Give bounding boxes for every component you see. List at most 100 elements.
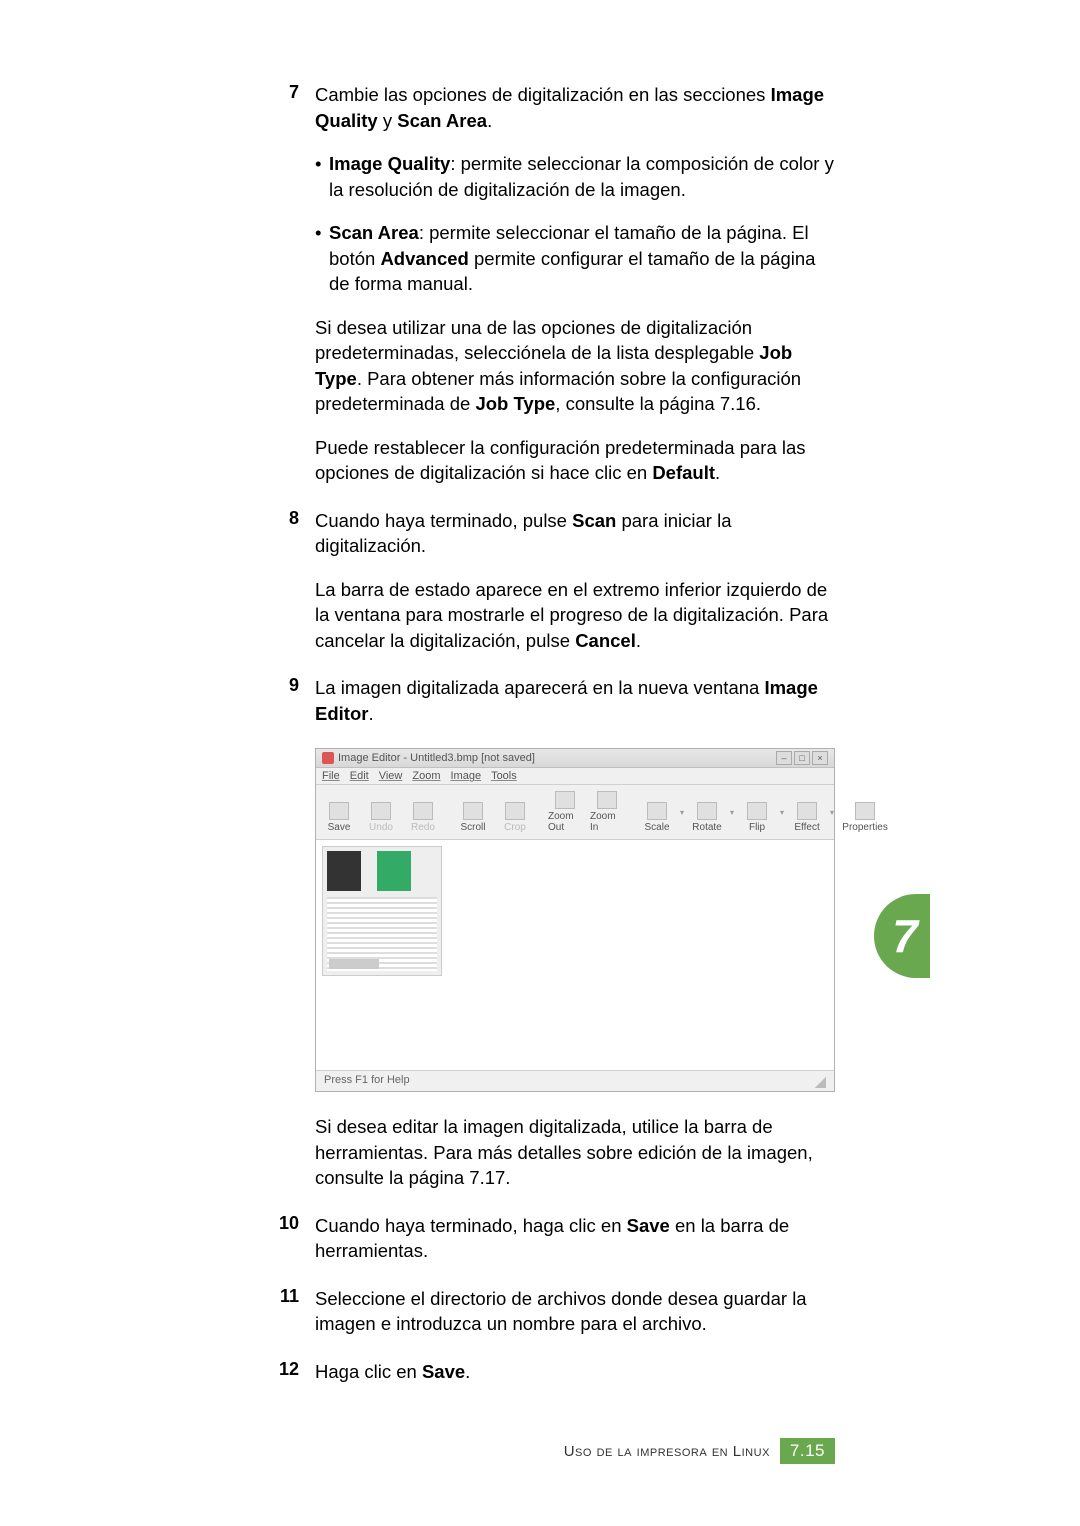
step-9: 9 La imagen digitalizada aparecerá en la… bbox=[275, 675, 835, 726]
tb-rotate[interactable]: Rotate bbox=[688, 789, 726, 835]
step-body: Si desea editar la imagen digitalizada, … bbox=[315, 1114, 835, 1191]
tb-label: Zoom Out bbox=[548, 811, 582, 833]
text: Puede restablecer la configuración prede… bbox=[315, 437, 806, 484]
menu-tools[interactable]: Tools bbox=[491, 770, 517, 782]
step9-after: Si desea editar la imagen digitalizada, … bbox=[315, 1114, 835, 1191]
text-bold: Scan bbox=[572, 510, 616, 531]
text: Cuando haya terminado, haga clic en bbox=[315, 1215, 627, 1236]
menu-image[interactable]: Image bbox=[450, 770, 481, 782]
step-body: Cambie las opciones de digitalización en… bbox=[315, 82, 835, 486]
chevron-down-icon[interactable]: ▾ bbox=[730, 808, 734, 817]
tb-crop[interactable]: Crop bbox=[496, 789, 534, 835]
step10-para: Cuando haya terminado, haga clic en Save… bbox=[315, 1213, 835, 1264]
text: . bbox=[636, 630, 641, 651]
bullet-image-quality: Image Quality: permite seleccionar la co… bbox=[315, 151, 835, 202]
page-footer: Uso de la impresora en Linux 7.15 bbox=[275, 1438, 835, 1464]
thumbnail-label bbox=[329, 959, 379, 969]
chevron-down-icon[interactable]: ▾ bbox=[780, 808, 784, 817]
tb-scale[interactable]: Scale bbox=[638, 789, 676, 835]
menu-edit[interactable]: Edit bbox=[350, 770, 369, 782]
app-logo-icon bbox=[322, 752, 334, 764]
text: Haga clic en bbox=[315, 1361, 422, 1382]
menu-zoom[interactable]: Zoom bbox=[412, 770, 440, 782]
step-number: 10 bbox=[275, 1213, 315, 1264]
chevron-down-icon[interactable]: ▾ bbox=[830, 808, 834, 817]
tb-label: Scroll bbox=[460, 822, 485, 833]
save-icon bbox=[329, 802, 349, 820]
maximize-button[interactable]: □ bbox=[794, 751, 810, 765]
step-7: 7 Cambie las opciones de digitalización … bbox=[275, 82, 835, 486]
scale-icon bbox=[647, 802, 667, 820]
tb-scroll[interactable]: Scroll bbox=[454, 789, 492, 835]
tb-label: Zoom In bbox=[590, 811, 624, 833]
ss-titlebar: Image Editor - Untitled3.bmp [not saved]… bbox=[316, 749, 834, 768]
properties-icon bbox=[855, 802, 875, 820]
tb-flip[interactable]: Flip bbox=[738, 789, 776, 835]
step-number: 12 bbox=[275, 1359, 315, 1385]
tb-undo[interactable]: Undo bbox=[362, 789, 400, 835]
tb-label: Rotate bbox=[692, 822, 721, 833]
step-body: La imagen digitalizada aparecerá en la n… bbox=[315, 675, 835, 726]
text: y bbox=[378, 110, 398, 131]
footer-page-number: 7.15 bbox=[780, 1438, 835, 1464]
step7-para1: Si desea utilizar una de las opciones de… bbox=[315, 315, 835, 417]
step-body: Cuando haya terminado, haga clic en Save… bbox=[315, 1213, 835, 1264]
step7-para2: Puede restablecer la configuración prede… bbox=[315, 435, 835, 486]
tb-save[interactable]: Save bbox=[320, 789, 358, 835]
step-number: 11 bbox=[275, 1286, 315, 1337]
step11-para: Seleccione el directorio de archivos don… bbox=[315, 1286, 835, 1337]
ss-statusbar: Press F1 for Help bbox=[316, 1070, 834, 1091]
step-number: 7 bbox=[275, 82, 315, 486]
tb-label: Effect bbox=[794, 822, 819, 833]
step-8: 8 Cuando haya terminado, pulse Scan para… bbox=[275, 508, 835, 654]
image-editor-screenshot: Image Editor - Untitled3.bmp [not saved]… bbox=[315, 748, 835, 1092]
menu-view[interactable]: View bbox=[379, 770, 403, 782]
text-bold: Save bbox=[627, 1215, 670, 1236]
step-body: Cuando haya terminado, pulse Scan para i… bbox=[315, 508, 835, 654]
text: La imagen digitalizada aparecerá en la n… bbox=[315, 677, 764, 698]
text: , consulte la página 7.16. bbox=[555, 393, 761, 414]
step-11: 11 Seleccione el directorio de archivos … bbox=[275, 1286, 835, 1337]
menu-file[interactable]: File bbox=[322, 770, 340, 782]
tb-properties[interactable]: Properties bbox=[846, 789, 884, 835]
tb-zoom-in[interactable]: Zoom In bbox=[588, 789, 626, 835]
rotate-icon bbox=[697, 802, 717, 820]
text-bold: Scan Area bbox=[397, 110, 487, 131]
scroll-icon bbox=[463, 802, 483, 820]
minimize-button[interactable]: – bbox=[776, 751, 792, 765]
tb-zoom-out[interactable]: Zoom Out bbox=[546, 789, 584, 835]
text: Si desea utilizar una de las opciones de… bbox=[315, 317, 759, 364]
bullet-scan-area: Scan Area: permite seleccionar el tamaño… bbox=[315, 220, 835, 297]
zoom-in-icon bbox=[597, 791, 617, 809]
tb-effect[interactable]: Effect bbox=[788, 789, 826, 835]
undo-icon bbox=[371, 802, 391, 820]
text-bold: Save bbox=[422, 1361, 465, 1382]
text-bold: Job Type bbox=[475, 393, 555, 414]
step-number: 8 bbox=[275, 508, 315, 654]
tb-label: Save bbox=[328, 822, 351, 833]
ss-toolbar: Save Undo Redo Scroll Crop Zoom Out Zoom… bbox=[316, 785, 834, 840]
tb-label: Crop bbox=[504, 822, 526, 833]
tb-label: Redo bbox=[411, 822, 435, 833]
step-9-after: Si desea editar la imagen digitalizada, … bbox=[275, 1114, 835, 1191]
effect-icon bbox=[797, 802, 817, 820]
chevron-down-icon[interactable]: ▾ bbox=[680, 808, 684, 817]
scanned-image-thumbnail[interactable] bbox=[322, 846, 442, 976]
text-bold: Scan Area bbox=[329, 222, 419, 243]
tb-label: Scale bbox=[644, 822, 669, 833]
text-bold: Default bbox=[652, 462, 715, 483]
ss-canvas[interactable] bbox=[316, 840, 834, 1070]
ss-menubar: File Edit View Zoom Image Tools bbox=[316, 768, 834, 785]
text: . bbox=[368, 703, 373, 724]
resize-grip-icon[interactable] bbox=[812, 1074, 826, 1088]
step-10: 10 Cuando haya terminado, haga clic en S… bbox=[275, 1213, 835, 1264]
text-bold: Advanced bbox=[380, 248, 468, 269]
close-button[interactable]: × bbox=[812, 751, 828, 765]
text-bold: Cancel bbox=[575, 630, 636, 651]
step-number-empty bbox=[275, 1114, 315, 1191]
redo-icon bbox=[413, 802, 433, 820]
window-title: Image Editor - Untitled3.bmp [not saved] bbox=[338, 752, 535, 764]
step-number: 9 bbox=[275, 675, 315, 726]
tb-redo[interactable]: Redo bbox=[404, 789, 442, 835]
tb-label: Properties bbox=[842, 822, 888, 833]
